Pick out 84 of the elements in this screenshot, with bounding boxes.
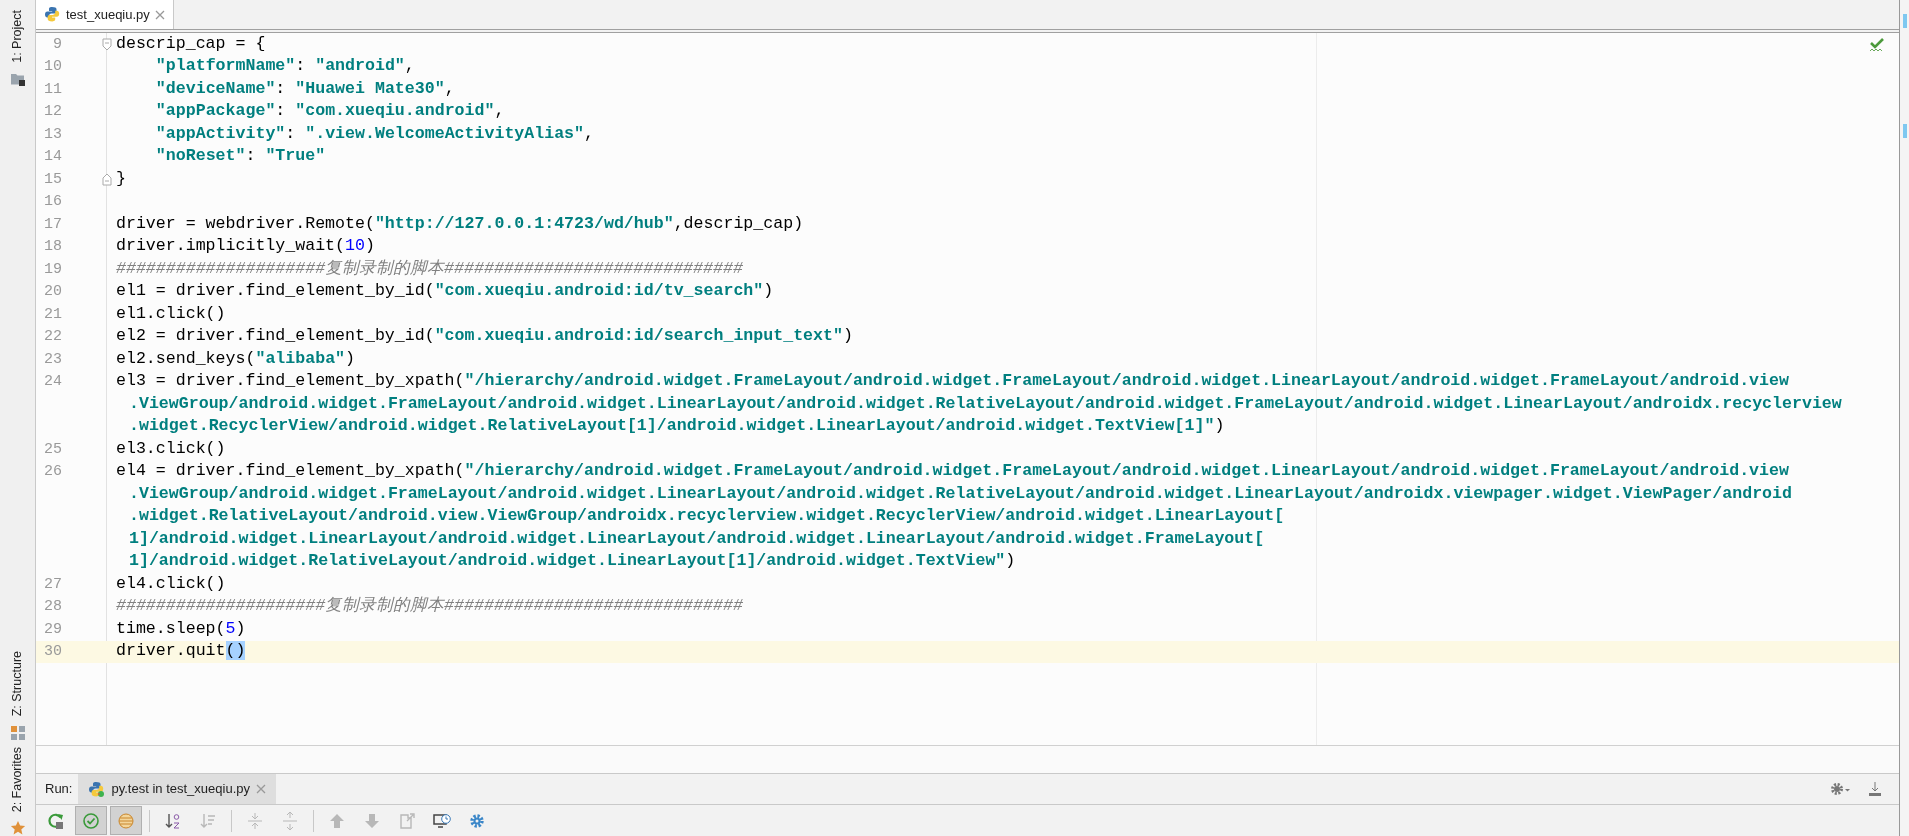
code-line: el2.send_keys("alibaba") — [115, 350, 355, 368]
line-number: 11 — [43, 80, 62, 98]
code-line: descrip_cap = { — [115, 35, 266, 53]
code-line: el1 = driver.find_element_by_id("com.xueqiu.android:id/tv_search") — [115, 283, 774, 301]
code-line: driver.implicitly_wait(10) — [115, 238, 375, 256]
code-line: "appActivity": ".view.WelcomeActivityAlias", — [154, 125, 594, 143]
line-number: 13 — [43, 125, 62, 143]
line-number: 26 — [43, 463, 62, 481]
tool-window-button[interactable]: 2: Favorites — [10, 746, 25, 812]
tab-label: py.test in test_xueqiu.py — [111, 780, 250, 799]
monitor-clock-icon — [433, 811, 451, 830]
code-line: el4 = driver.find_element_by_xpath("/hierarchy/android.widget.FrameLayout/android.widget.FrameLayout/android.widget.LinearLayout/android.widget.FrameLayout/android.view — [115, 463, 1789, 481]
code-line: el3.click() — [115, 440, 226, 458]
close-icon[interactable] — [154, 9, 165, 20]
line-number: 28 — [43, 598, 62, 616]
download-icon[interactable] — [1867, 781, 1883, 797]
code-line: driver = webdriver.Remote("http://127.0.0.1:4723/wd/hub",descrip_cap) — [115, 215, 804, 233]
code-line: .ViewGroup/android.widget.FrameLayout/android.widget.LinearLayout/android.widget.RelativeLayout/android.widget.LinearLayout/androidx.viewpager.widget.ViewPager/android — [128, 485, 1792, 503]
export-icon — [398, 811, 416, 830]
line-number: 23 — [43, 350, 62, 368]
code-line: 1]/android.widget.LinearLayout/android.widget.LinearLayout/android.widget.LinearLayout/android.widget.FrameLayout[ — [128, 530, 1265, 548]
code-line: #####################复制录制的脚本############################## — [115, 260, 743, 278]
tool-window-button[interactable]: Z: Structure — [10, 651, 25, 717]
code-line: el3 = driver.find_element_by_xpath("/hierarchy/android.widget.FrameLayout/android.widget.FrameLayout/android.widget.LinearLayout/android.widget.FrameLayout/android.view — [115, 373, 1789, 391]
down-arrow-icon — [363, 811, 381, 830]
line-number: 10 — [43, 58, 62, 76]
settings-icon — [468, 811, 486, 830]
code-line: 1]/android.widget.RelativeLayout/android.widget.LinearLayout[1]/android.widget.TextView") — [128, 553, 1016, 571]
line-number: 9 — [52, 35, 62, 53]
collapse-icon — [281, 811, 299, 830]
code-line: "appPackage": "com.xueqiu.android", — [154, 103, 505, 121]
fold-icon[interactable] — [102, 172, 112, 186]
sort-lines-icon — [199, 811, 217, 830]
line-number: 20 — [43, 283, 62, 301]
fold-icon[interactable] — [102, 37, 112, 51]
star-icon — [9, 820, 26, 836]
expand-icon — [246, 811, 264, 830]
code-editor[interactable] — [36, 33, 1899, 745]
check-circle-button[interactable] — [75, 806, 107, 835]
code-line: "platformName": "android", — [154, 58, 415, 76]
code-line: .widget.RecyclerView/android.widget.RelativeLayout[1]/android.widget.LinearLayout/android.widget.TextView[1]") — [128, 418, 1225, 436]
run-tab[interactable]: py.test in test_xueqiu.py — [78, 774, 276, 804]
line-number: 24 — [43, 373, 62, 391]
editor-tab[interactable]: test_xueqiu.py — [36, 0, 174, 29]
check-circle-icon — [82, 811, 100, 830]
line-number: 17 — [43, 215, 62, 233]
up-arrow-icon — [328, 811, 346, 830]
structure-icon — [9, 724, 26, 741]
close-icon[interactable] — [256, 784, 266, 794]
check-icon[interactable] — [1869, 37, 1885, 53]
code-line: "deviceName": "Huawei Mate30", — [154, 80, 455, 98]
settings-icon[interactable] — [1829, 781, 1851, 797]
line-number: 27 — [43, 575, 62, 593]
line-number: 15 — [43, 170, 62, 188]
code-line: el1.click() — [115, 305, 226, 323]
line-number: 25 — [43, 440, 62, 458]
code-line: #####################复制录制的脚本############################## — [115, 598, 743, 616]
code-line: } — [115, 170, 126, 188]
rerun-icon — [47, 811, 65, 830]
line-number: 18 — [43, 238, 62, 256]
striped-circle-icon — [117, 811, 135, 830]
tool-window-button[interactable]: 1: Project — [10, 10, 25, 63]
code-line: .widget.RelativeLayout/android.view.ViewGroup/androidx.recyclerview.widget.RecyclerView/android.widget.LinearLayout[ — [128, 508, 1285, 526]
code-line: time.sleep(5) — [115, 620, 246, 638]
line-number: 21 — [43, 305, 62, 323]
code-line: .ViewGroup/android.widget.FrameLayout/android.widget.LinearLayout/android.widget.RelativeLayout/android.widget.FrameLayout/android.widget.LinearLayout/androidx.recyclerview — [128, 395, 1842, 413]
code-line: driver.quit() — [115, 643, 246, 661]
line-number: 16 — [43, 193, 62, 211]
line-number: 29 — [43, 620, 62, 638]
line-number: 12 — [43, 103, 62, 121]
code-line: "noReset": "True" — [154, 148, 326, 166]
line-number: 19 — [43, 260, 62, 278]
python-file-icon — [88, 780, 106, 798]
code-line: el2 = driver.find_element_by_id("com.xueqiu.android:id/search_input_text") — [115, 328, 853, 346]
tab-label: test_xueqiu.py — [66, 5, 150, 24]
scrollbar[interactable] — [1899, 0, 1909, 836]
line-number: 30 — [43, 643, 62, 661]
line-number: 14 — [43, 148, 62, 166]
python-file-icon — [44, 6, 61, 23]
code-line: el4.click() — [115, 575, 226, 593]
striped-circle-button[interactable] — [110, 806, 142, 835]
sort-icon — [164, 811, 182, 830]
line-number: 22 — [43, 328, 62, 346]
run-panel-title: Run: — [45, 780, 73, 799]
